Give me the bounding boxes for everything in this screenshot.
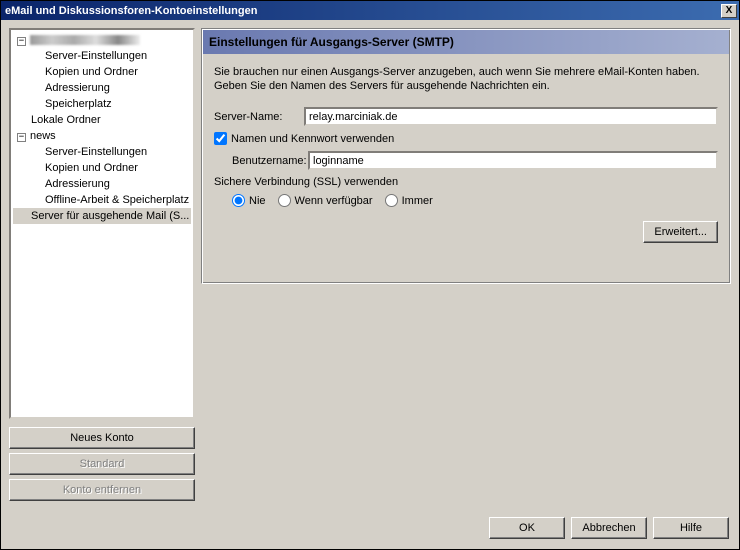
titlebar: eMail und Diskussionsforen-Kontoeinstell… — [1, 1, 739, 20]
default-button: Standard — [9, 453, 195, 475]
content-area: − Server-Einstellungen Kopien und Ordner… — [1, 20, 739, 509]
cancel-button[interactable]: Abbrechen — [571, 517, 647, 539]
tree-copies-folders-1[interactable]: Kopien und Ordner — [13, 64, 191, 80]
window-title: eMail und Diskussionsforen-Kontoeinstell… — [3, 5, 721, 17]
ssl-always-radio[interactable] — [385, 194, 398, 207]
ssl-when-available-option[interactable]: Wenn verfügbar — [278, 194, 373, 207]
use-auth-label: Namen und Kennwort verwenden — [231, 133, 394, 145]
ssl-radio-group: Nie Wenn verfügbar Immer — [214, 194, 718, 207]
tree-addressing-1[interactable]: Adressierung — [13, 80, 191, 96]
server-name-input[interactable] — [304, 107, 718, 126]
ssl-when-available-radio[interactable] — [278, 194, 291, 207]
tree-local-folders[interactable]: Lokale Ordner — [13, 112, 191, 128]
server-name-label: Server-Name: — [214, 111, 304, 123]
use-auth-row: Namen und Kennwort verwenden — [214, 132, 718, 145]
ssl-always-option[interactable]: Immer — [385, 194, 433, 207]
close-icon: X — [726, 5, 733, 16]
collapse-icon[interactable]: − — [17, 37, 26, 46]
tree-server-settings-2[interactable]: Server-Einstellungen — [13, 144, 191, 160]
username-input[interactable] — [308, 151, 718, 170]
server-name-row: Server-Name: — [214, 107, 718, 126]
tree-account-1[interactable]: − — [13, 32, 191, 48]
settings-window: eMail und Diskussionsforen-Kontoeinstell… — [0, 0, 740, 550]
ssl-never-radio[interactable] — [232, 194, 245, 207]
left-panel: − Server-Einstellungen Kopien und Ordner… — [9, 28, 195, 501]
tree-news-account[interactable]: −news — [13, 128, 191, 144]
account-name-blurred — [30, 35, 140, 45]
tree-disk-space-1[interactable]: Speicherplatz — [13, 96, 191, 112]
sidebar-buttons: Neues Konto Standard Konto entfernen — [9, 427, 195, 501]
panel-body: Sie brauchen nur einen Ausgangs-Server a… — [202, 55, 730, 253]
ok-button[interactable]: OK — [489, 517, 565, 539]
close-button[interactable]: X — [721, 4, 737, 18]
dialog-footer: OK Abbrechen Hilfe — [1, 509, 739, 549]
smtp-groupbox: Einstellungen für Ausgangs-Server (SMTP)… — [201, 28, 731, 284]
advanced-row: Erweitert... — [214, 221, 718, 243]
tree-server-settings-1[interactable]: Server-Einstellungen — [13, 48, 191, 64]
advanced-button[interactable]: Erweitert... — [643, 221, 718, 243]
account-tree[interactable]: − Server-Einstellungen Kopien und Ordner… — [9, 28, 195, 419]
remove-account-button: Konto entfernen — [9, 479, 195, 501]
panel-heading: Einstellungen für Ausgangs-Server (SMTP) — [203, 30, 729, 54]
tree-copies-folders-2[interactable]: Kopien und Ordner — [13, 160, 191, 176]
username-row: Benutzername: — [214, 151, 718, 170]
help-button[interactable]: Hilfe — [653, 517, 729, 539]
tree-outgoing-smtp[interactable]: Server für ausgehende Mail (S... — [13, 208, 191, 224]
news-label: news — [30, 130, 56, 142]
tree-addressing-2[interactable]: Adressierung — [13, 176, 191, 192]
username-label: Benutzername: — [214, 155, 308, 167]
right-panel: Einstellungen für Ausgangs-Server (SMTP)… — [201, 28, 731, 501]
panel-description: Sie brauchen nur einen Ausgangs-Server a… — [214, 65, 718, 93]
tree-offline[interactable]: Offline-Arbeit & Speicherplatz — [13, 192, 191, 208]
ssl-never-option[interactable]: Nie — [232, 194, 266, 207]
collapse-icon[interactable]: − — [17, 133, 26, 142]
use-auth-checkbox[interactable] — [214, 132, 227, 145]
ssl-label: Sichere Verbindung (SSL) verwenden — [214, 176, 718, 188]
new-account-button[interactable]: Neues Konto — [9, 427, 195, 449]
